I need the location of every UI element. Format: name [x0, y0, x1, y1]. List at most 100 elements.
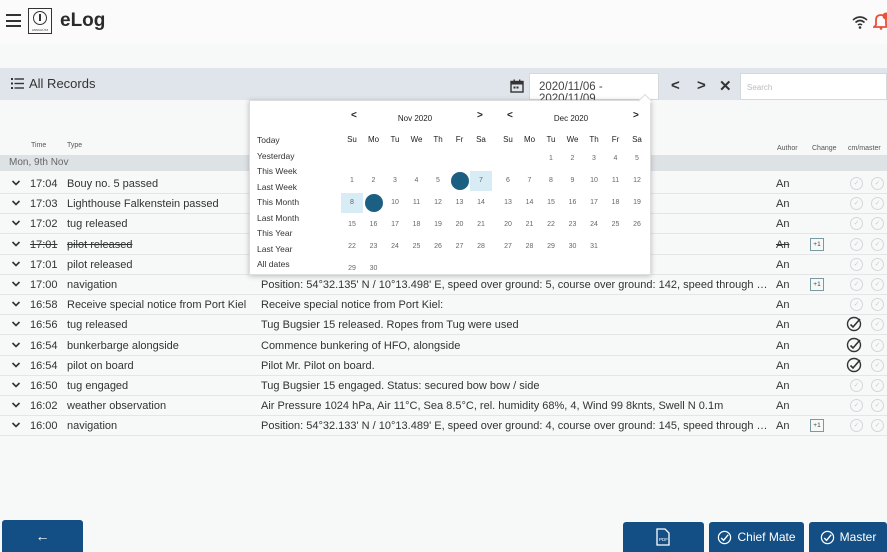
bell-icon[interactable] [873, 12, 887, 30]
calendar-day[interactable]: 20 [449, 215, 471, 235]
calendar-day[interactable]: 1 [341, 171, 363, 191]
chevron-down-icon[interactable] [11, 259, 21, 269]
master-sign-icon[interactable]: ✓ [871, 338, 884, 352]
chevron-down-icon[interactable] [11, 360, 21, 370]
calendar-day[interactable]: 11 [406, 193, 428, 213]
calendar-day[interactable]: 16 [562, 193, 584, 213]
calendar-day[interactable]: 5 [626, 149, 648, 169]
change-count-badge[interactable]: +1 [810, 278, 824, 291]
calendar-day[interactable]: 13 [497, 193, 519, 213]
calendar-day[interactable]: 14 [470, 193, 492, 213]
preset-range-item[interactable]: This Month [257, 197, 299, 213]
chevron-down-icon[interactable] [11, 420, 21, 430]
calendar-day[interactable]: 30 [562, 237, 584, 257]
calendar-day[interactable]: 15 [540, 193, 562, 213]
record-row[interactable]: 16:54 pilot on board Pilot Mr. Pilot on bo… [0, 356, 887, 376]
preset-range-item[interactable]: This Year [257, 228, 299, 244]
chief-mate-sign-button[interactable]: Chief Mate [709, 522, 804, 552]
column-author[interactable]: Author [777, 145, 798, 152]
record-row[interactable]: 17:00 navigation Position: 54°32.135' N / … [0, 275, 887, 295]
record-row[interactable]: 16:54 bunkerbarge alongside Commence bunke… [0, 336, 887, 356]
chief-mate-sign-icon[interactable]: ✓ [850, 298, 863, 312]
record-row[interactable]: 16:50 tug engaged Tug Bugsier 15 engaged. … [0, 376, 887, 396]
next-month-button[interactable]: > [477, 110, 483, 121]
preset-range-item[interactable]: Last Month [257, 213, 299, 229]
chevron-down-icon[interactable] [11, 279, 21, 289]
calendar-day[interactable]: 3 [384, 171, 406, 191]
calendar-day[interactable]: 27 [497, 237, 519, 257]
chief-mate-sign-icon[interactable]: ✓ [850, 257, 863, 271]
next-month-button[interactable]: > [633, 110, 639, 121]
hamburger-icon[interactable] [6, 14, 21, 27]
record-row[interactable]: 16:58 Receive special notice from Port Ki… [0, 295, 887, 316]
calendar-day[interactable]: 5 [427, 171, 449, 191]
chief-mate-sign-icon[interactable]: ✓ [850, 237, 863, 251]
calendar-day[interactable]: 28 [470, 237, 492, 257]
chief-mate-sign-icon[interactable]: ✓ [850, 419, 863, 433]
chief-mate-sign-icon[interactable]: ✓ [850, 379, 863, 392]
calendar-day[interactable]: 7 [470, 171, 492, 191]
clear-range-button[interactable]: ✕ [719, 77, 732, 95]
chevron-down-icon[interactable] [11, 198, 21, 208]
calendar-day[interactable]: 3 [583, 149, 605, 169]
calendar-day[interactable]: 14 [519, 193, 541, 213]
chief-mate-sign-icon[interactable]: ✓ [850, 399, 863, 413]
previous-month-button[interactable]: < [351, 110, 357, 121]
calendar-day[interactable]: 11 [605, 171, 627, 191]
calendar-icon[interactable] [510, 79, 524, 93]
calendar-day[interactable]: 18 [406, 215, 428, 235]
calendar-day[interactable]: 24 [384, 237, 406, 257]
calendar-day[interactable]: 25 [605, 215, 627, 235]
calendar-day[interactable]: 26 [427, 237, 449, 257]
preset-range-item[interactable]: All dates [257, 259, 299, 275]
pdf-export-button[interactable]: PDF [623, 522, 704, 552]
calendar-day[interactable]: 9 [364, 194, 383, 212]
search-input[interactable]: Search [740, 73, 887, 100]
calendar-day[interactable]: 17 [583, 193, 605, 213]
calendar-day[interactable]: 21 [470, 215, 492, 235]
calendar-day[interactable]: 12 [427, 193, 449, 213]
column-signature[interactable]: cm/master [848, 145, 881, 152]
calendar-day[interactable]: 29 [540, 237, 562, 257]
calendar-day[interactable]: 9 [562, 171, 584, 191]
calendar-day[interactable]: 20 [497, 215, 519, 235]
record-row[interactable]: 16:00 navigation Position: 54°32.133' N / … [0, 416, 887, 437]
preset-range-item[interactable]: Yesterday [257, 151, 299, 167]
calendar-day[interactable]: 13 [449, 193, 471, 213]
master-sign-button[interactable]: Master [809, 522, 887, 552]
calendar-day[interactable]: 23 [562, 215, 584, 235]
calendar-day[interactable]: 22 [341, 237, 363, 257]
chevron-down-icon[interactable] [11, 178, 21, 188]
calendar-day[interactable]: 27 [449, 237, 471, 257]
chevron-down-icon[interactable] [11, 319, 21, 329]
calendar-day[interactable]: 21 [519, 215, 541, 235]
calendar-day[interactable]: 17 [384, 215, 406, 235]
master-sign-icon[interactable]: ✓ [871, 257, 884, 271]
column-time[interactable]: Time [31, 142, 46, 149]
change-count-badge[interactable]: +1 [810, 419, 824, 433]
calendar-day[interactable]: 25 [406, 237, 428, 257]
calendar-day[interactable]: 1 [540, 149, 562, 169]
master-sign-icon[interactable]: ✓ [871, 197, 884, 211]
chevron-down-icon[interactable] [11, 299, 21, 309]
preset-range-item[interactable]: Last Year [257, 244, 299, 260]
calendar-day[interactable]: 31 [583, 237, 605, 257]
chevron-down-icon[interactable] [11, 340, 21, 350]
calendar-day[interactable]: 6 [450, 172, 469, 190]
chevron-down-icon[interactable] [11, 400, 21, 410]
record-row[interactable]: 16:02 weather observation Air Pressure 102… [0, 396, 887, 417]
master-sign-icon[interactable]: ✓ [871, 278, 884, 291]
master-sign-icon[interactable]: ✓ [871, 318, 884, 332]
column-type[interactable]: Type [67, 142, 82, 149]
calendar-day[interactable]: 6 [497, 171, 519, 191]
chief-mate-sign-icon[interactable]: ✓ [850, 177, 863, 190]
calendar-day[interactable]: 22 [540, 215, 562, 235]
master-sign-icon[interactable]: ✓ [871, 217, 884, 231]
master-sign-icon[interactable]: ✓ [871, 358, 884, 372]
calendar-day[interactable]: 19 [427, 215, 449, 235]
calendar-day[interactable]: 16 [363, 215, 385, 235]
calendar-day[interactable]: 4 [406, 171, 428, 191]
calendar-day[interactable]: 10 [384, 193, 406, 213]
calendar-day[interactable]: 28 [519, 237, 541, 257]
previous-month-button[interactable]: < [507, 110, 513, 121]
